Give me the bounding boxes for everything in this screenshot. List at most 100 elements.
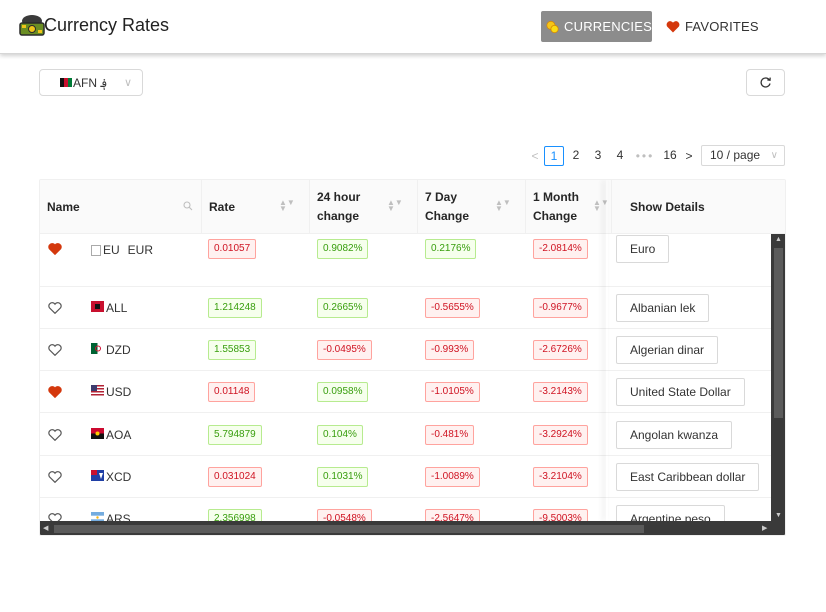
column-24h-label: 24 hour change [317, 190, 361, 223]
show-details-button[interactable]: Angolan kwanza [616, 421, 733, 449]
currency-name: AOA [91, 428, 131, 442]
scrollbar-thumb[interactable] [774, 248, 783, 418]
scroll-down-icon[interactable]: ▼ [775, 512, 782, 519]
horizontal-scrollbar[interactable]: ◀ ▶ [40, 521, 785, 535]
column-show-details: Show Details [623, 180, 785, 234]
page-ellipsis[interactable]: ••• [631, 149, 659, 163]
change-1m-tag: -2.6726% [533, 340, 588, 360]
prev-page-icon[interactable]: < [527, 149, 543, 163]
change-24h-tag: -0.0495% [317, 340, 372, 360]
page-1[interactable]: 1 [544, 145, 564, 166]
aoa-flag-icon [91, 428, 104, 439]
sort-filter-icon[interactable]: ▲▼ ▼ [387, 199, 409, 213]
nav-currencies-label: CURRENCIES [564, 19, 652, 34]
nav-favorites-label: FAVORITES [685, 19, 759, 34]
currency-table: Name Rate ▲▼ ▼ 24 hour change ▲▼ ▼ 7 Day… [39, 179, 786, 536]
currency-code: EUR [127, 243, 154, 257]
refresh-button[interactable] [746, 69, 785, 96]
page-2[interactable]: 2 [566, 146, 586, 166]
refresh-icon [760, 77, 771, 88]
base-currency-select[interactable]: AFN ؋ ∨ [39, 69, 143, 96]
column-24h-change[interactable]: 24 hour change ▲▼ ▼ [310, 180, 418, 234]
favorite-heart-outline-icon[interactable] [48, 471, 62, 483]
scroll-left-icon[interactable]: ◀ [43, 524, 48, 532]
sort-filter-icon[interactable]: ▲▼ ▼ [593, 199, 615, 213]
afghanistan-flag-icon [60, 78, 72, 87]
table-body: EU EUR 0.01057 0.9082% 0.2176% -2.0814% Euro… [40, 234, 785, 521]
rate-tag: 1.55853 [208, 340, 257, 360]
scrollbar-thumb[interactable] [54, 525, 644, 533]
show-details-button[interactable]: Algerian dinar [616, 336, 719, 364]
column-1m-change[interactable]: 1 Month Change ▲▼ ▼ [526, 180, 612, 234]
nav-favorites-button[interactable]: FAVORITES [662, 11, 762, 42]
change-7d-tag: -0.481% [425, 425, 475, 445]
change-1m-tag: -3.2924% [533, 425, 588, 445]
change-7d-tag: -1.0089% [425, 467, 480, 487]
sort-filter-icon[interactable]: ▲▼ ▼ [279, 199, 301, 213]
change-1m-tag: -9.5003% [533, 509, 588, 521]
column-rate[interactable]: Rate ▲▼ ▼ [202, 180, 310, 234]
column-name: Name [40, 180, 202, 234]
show-details-button[interactable]: Albanian lek [616, 294, 710, 322]
currency-code: XCD [106, 470, 132, 484]
change-1m-tag: -2.0814% [533, 239, 588, 259]
table-row: EU EUR 0.01057 0.9082% 0.2176% -2.0814% Euro [40, 234, 785, 287]
page-4[interactable]: 4 [610, 146, 630, 166]
search-icon[interactable] [183, 201, 193, 211]
currency-name: ALL [91, 301, 127, 315]
usd-flag-icon [91, 385, 104, 396]
nav-currencies-button[interactable]: CURRENCIES [541, 11, 652, 42]
currency-code: DZD [106, 343, 131, 357]
page-3[interactable]: 3 [588, 146, 608, 166]
currency-name: XCD [91, 470, 131, 484]
page-16[interactable]: 16 [660, 146, 680, 166]
page-size-value: 10 / page [710, 148, 761, 162]
table-row: XCD 0.031024 0.1031% -1.0089% -3.2104% East … [40, 456, 785, 498]
chevron-down-icon: ∨ [770, 150, 778, 161]
favorite-heart-outline-icon[interactable] [48, 302, 62, 314]
app-title: Currency Rates [44, 15, 170, 35]
rate-tag: 0.031024 [208, 467, 262, 487]
change-24h-tag: 0.1031% [317, 467, 369, 487]
coins-icon [546, 20, 559, 33]
currency-code: USD [106, 385, 132, 399]
change-7d-tag: 0.2176% [425, 239, 477, 259]
ars-flag-icon [91, 512, 104, 521]
rate-tag: 1.214248 [208, 298, 262, 318]
base-currency-value: AFN ؋ [73, 75, 108, 90]
show-details-button[interactable]: Euro [616, 235, 670, 263]
column-details-label: Show Details [630, 199, 705, 214]
column-7d-change[interactable]: 7 Day Change ▲▼ ▼ [418, 180, 526, 234]
page-size-select[interactable]: 10 / page ∨ [701, 145, 785, 166]
favorite-heart-outline-icon[interactable] [48, 513, 62, 521]
change-24h-tag: 0.2665% [317, 298, 369, 318]
pagination: < 1 2 3 4 ••• 16 > 10 / page ∨ [527, 145, 785, 166]
favorite-heart-filled-icon[interactable] [48, 243, 62, 255]
scroll-up-icon[interactable]: ▲ [775, 236, 782, 243]
currency-name: ARS [91, 512, 131, 521]
scroll-right-icon[interactable]: ▶ [762, 524, 767, 532]
xcd-flag-icon [91, 470, 104, 481]
show-details-button[interactable]: East Caribbean dollar [616, 463, 760, 491]
change-24h-tag: 0.104% [317, 425, 363, 445]
money-logo-icon [19, 15, 45, 36]
currency-name: DZD [91, 343, 131, 357]
vertical-scrollbar[interactable]: ▲ ▼ [771, 234, 785, 521]
favorite-heart-filled-icon[interactable] [48, 386, 62, 398]
show-details-button[interactable]: United State Dollar [616, 378, 745, 406]
change-7d-tag: -0.993% [425, 340, 475, 360]
table-header: Name Rate ▲▼ ▼ 24 hour change ▲▼ ▼ 7 Day… [40, 180, 785, 234]
currency-name: EU EUR [91, 242, 161, 259]
chevron-down-icon: ∨ [123, 77, 132, 89]
column-rate-label: Rate [209, 199, 236, 214]
next-page-icon[interactable]: > [681, 149, 697, 163]
change-1m-tag: -3.2143% [533, 382, 588, 402]
sort-filter-icon[interactable]: ▲▼ ▼ [495, 199, 517, 213]
change-7d-tag: -1.0105% [425, 382, 480, 402]
column-name-label: Name [47, 199, 80, 214]
favorite-heart-outline-icon[interactable] [48, 429, 62, 441]
favorite-heart-outline-icon[interactable] [48, 344, 62, 356]
show-details-button[interactable]: Argentine peso [616, 505, 725, 521]
change-24h-tag: 0.9082% [317, 239, 369, 259]
change-7d-tag: -0.5655% [425, 298, 480, 318]
